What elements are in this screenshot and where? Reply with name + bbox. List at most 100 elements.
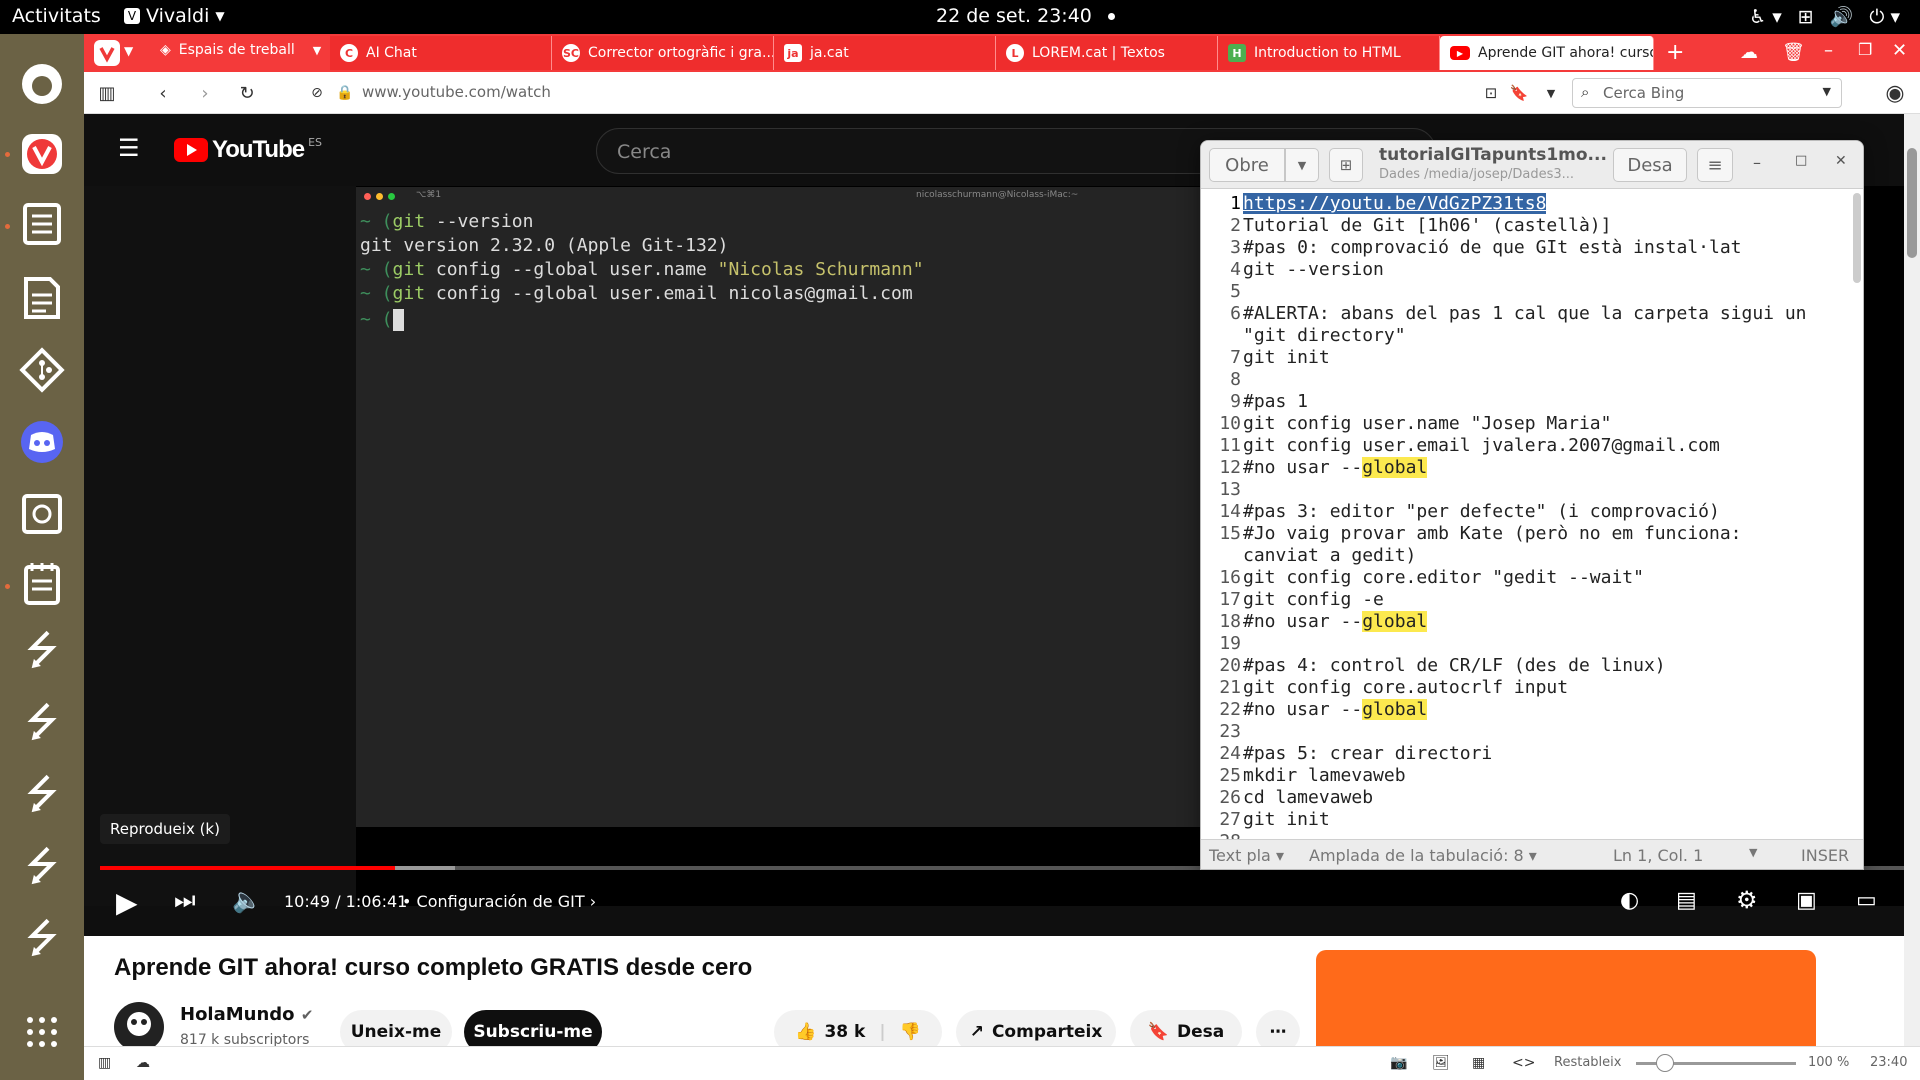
vivaldi-icon[interactable] bbox=[14, 126, 70, 182]
url-field[interactable]: www.youtube.com/watch bbox=[362, 83, 551, 101]
network-icon[interactable]: ⊞ bbox=[1798, 6, 1814, 28]
time-display: 10:49 / 1:06:41 bbox=[284, 892, 408, 911]
workspaces-button[interactable]: ◈ Espais de treball ▼ bbox=[160, 42, 321, 58]
notes-icon[interactable] bbox=[14, 196, 70, 252]
page-scrollbar[interactable] bbox=[1904, 114, 1920, 1080]
language-selector[interactable]: Text pla ▾ bbox=[1209, 846, 1284, 865]
tab-ja-cat[interactable]: ja ja.cat bbox=[774, 36, 996, 70]
next-icon[interactable]: ⏭ bbox=[174, 886, 196, 914]
hamburger-menu-button[interactable]: ≡ bbox=[1697, 148, 1733, 182]
zoom-slider-handle[interactable] bbox=[1656, 1054, 1674, 1072]
tab-youtube-active[interactable]: ▶ Aprende GIT ahora! curso c bbox=[1440, 36, 1654, 70]
like-icon[interactable]: 👍 bbox=[795, 1022, 816, 1042]
discord-icon[interactable] bbox=[14, 414, 70, 470]
autoplay-toggle-icon[interactable]: ◐ bbox=[1620, 888, 1639, 913]
tab-corrector[interactable]: SC Corrector ortogràfic i gra... bbox=[552, 36, 774, 70]
line-number: 16 bbox=[1219, 567, 1241, 588]
cloud-icon[interactable]: ☁ bbox=[1740, 42, 1758, 63]
tab-width-selector[interactable]: Amplada de la tabulació: 8 ▾ bbox=[1309, 846, 1537, 865]
search-placeholder: Cerca bbox=[617, 141, 672, 163]
editor-scrollbar-thumb[interactable] bbox=[1853, 193, 1861, 283]
image-icon[interactable]: 🖼 bbox=[1432, 1055, 1450, 1071]
reload-icon[interactable]: ↻ bbox=[236, 82, 258, 104]
volume-icon[interactable]: 🔈 bbox=[232, 886, 262, 914]
tab-ai-chat[interactable]: C AI Chat bbox=[330, 36, 552, 70]
search-engine-field[interactable]: ⌕ Cerca Bing ▼ bbox=[1572, 78, 1842, 108]
maximize-icon[interactable]: □ bbox=[1795, 153, 1807, 168]
lock-icon[interactable]: 🔒 bbox=[334, 82, 356, 104]
system-tray[interactable]: ♿ ▾ ⊞ 🔊 ⏻ ▾ bbox=[1749, 5, 1900, 29]
usb-icon[interactable]: ⭍ bbox=[14, 844, 70, 900]
line-text: git config user.name "Josep Maria" bbox=[1243, 413, 1612, 434]
youtube-logo[interactable]: YouTube ES bbox=[174, 136, 322, 164]
editor-line: 10 git config user.name "Josep Maria" bbox=[1201, 413, 1851, 435]
chevron-down-icon[interactable]: ▼ bbox=[1540, 82, 1562, 104]
clock[interactable]: 22 de set. 23:40 bbox=[936, 5, 1115, 27]
git-icon[interactable] bbox=[14, 342, 70, 398]
scrollbar-thumb[interactable] bbox=[1907, 148, 1917, 258]
new-tab-button[interactable]: ⊞ bbox=[1329, 148, 1363, 182]
panel-toggle-icon[interactable]: ▥ bbox=[98, 1055, 111, 1071]
profile-avatar-icon[interactable]: ◉ bbox=[1884, 81, 1906, 106]
activities-button[interactable]: Activitats bbox=[12, 5, 101, 27]
new-tab-icon[interactable]: + bbox=[1666, 40, 1684, 65]
usb-icon[interactable]: ⭍ bbox=[14, 628, 70, 684]
usb-icon[interactable]: ⭍ bbox=[14, 700, 70, 756]
settings-icon[interactable]: ⚙ bbox=[1736, 886, 1758, 914]
subtitles-icon[interactable]: ▤ bbox=[1676, 888, 1697, 913]
tab-html[interactable]: H Introduction to HTML bbox=[1218, 36, 1440, 70]
minimize-icon[interactable]: – bbox=[1824, 40, 1833, 61]
back-icon[interactable]: ‹ bbox=[152, 82, 174, 104]
zoom-reset-button[interactable]: Restableix bbox=[1554, 1055, 1621, 1070]
editor-line: 22 #no usar --global bbox=[1201, 699, 1851, 721]
forward-icon[interactable]: › bbox=[194, 82, 216, 104]
search-icon: ⌕ bbox=[1581, 83, 1590, 101]
trash-icon[interactable]: 🗑 bbox=[1782, 42, 1805, 63]
play-icon[interactable]: ▶ bbox=[116, 886, 138, 919]
usb-icon[interactable]: ⭍ bbox=[14, 772, 70, 828]
tracker-blocker-icon[interactable]: ⊘ bbox=[306, 82, 328, 104]
dislike-icon[interactable]: 👎 bbox=[900, 1022, 921, 1042]
open-button[interactable]: Obre bbox=[1209, 148, 1285, 182]
code-icon[interactable]: <> bbox=[1512, 1055, 1535, 1071]
chevron-down-icon[interactable]: ▼ bbox=[124, 44, 133, 58]
chevron-down-icon[interactable]: ▼ bbox=[1749, 846, 1757, 859]
panel-toggle-icon[interactable]: ▥ bbox=[96, 82, 118, 104]
gedit-headerbar: Obre ▼ ⊞ tutorialGITapunts1mo... Dades /… bbox=[1201, 141, 1863, 189]
close-icon[interactable]: ✕ bbox=[1892, 40, 1907, 61]
document-icon[interactable] bbox=[14, 270, 70, 326]
save-button[interactable]: Desa bbox=[1613, 148, 1687, 182]
rss-icon[interactable]: ⊡ bbox=[1480, 82, 1502, 104]
close-icon[interactable]: ✕ bbox=[1835, 153, 1847, 169]
open-menu-button[interactable]: ▼ bbox=[1285, 148, 1319, 182]
hamburger-menu-icon[interactable]: ☰ bbox=[118, 134, 140, 162]
app-grid-icon[interactable] bbox=[14, 1004, 70, 1060]
zoom-slider[interactable] bbox=[1636, 1054, 1796, 1072]
line-number: 7 bbox=[1230, 347, 1241, 368]
bookmark-icon[interactable]: 🔖 bbox=[1508, 82, 1530, 104]
usb-icon[interactable]: ⭍ bbox=[14, 916, 70, 972]
text-editor[interactable]: 1 https://youtu.be/VdGzPZ31ts8 2 Tutorial d… bbox=[1201, 189, 1863, 839]
chapter-button[interactable]: • Configuración de GIT › bbox=[402, 892, 596, 911]
power-icon[interactable]: ⏻ ▾ bbox=[1869, 6, 1900, 28]
miniplayer-icon[interactable]: ▣ bbox=[1796, 888, 1817, 913]
cursor-position[interactable]: Ln 1, Col. 1 bbox=[1613, 846, 1703, 865]
volume-icon[interactable]: 🔊 bbox=[1830, 5, 1854, 28]
sync-cloud-icon[interactable]: ☁ bbox=[136, 1055, 150, 1071]
theater-icon[interactable]: ▭ bbox=[1856, 888, 1877, 913]
camera-icon[interactable]: 📷 bbox=[1390, 1055, 1407, 1071]
channel-name[interactable]: HolaMundo ✔ bbox=[180, 1004, 313, 1025]
tab-lorem[interactable]: L LOREM.cat | Textos bbox=[996, 36, 1218, 70]
minimize-icon[interactable]: – bbox=[1753, 153, 1761, 172]
tiling-icon[interactable]: ▦ bbox=[1472, 1055, 1485, 1071]
maximize-icon[interactable]: ❐ bbox=[1858, 40, 1872, 59]
text-editor-icon[interactable] bbox=[14, 556, 70, 612]
tab-label: Aprende GIT ahora! curso c bbox=[1478, 45, 1654, 61]
channel-avatar[interactable] bbox=[114, 1002, 164, 1052]
vivaldi-menu-button[interactable] bbox=[94, 40, 120, 66]
screenshot-icon[interactable] bbox=[14, 486, 70, 542]
firefox-icon[interactable] bbox=[14, 56, 70, 112]
accessibility-icon[interactable]: ♿ ▾ bbox=[1749, 6, 1782, 28]
notification-dot-icon bbox=[1107, 13, 1115, 20]
app-menu[interactable]: V Vivaldi ▼ bbox=[124, 5, 225, 27]
